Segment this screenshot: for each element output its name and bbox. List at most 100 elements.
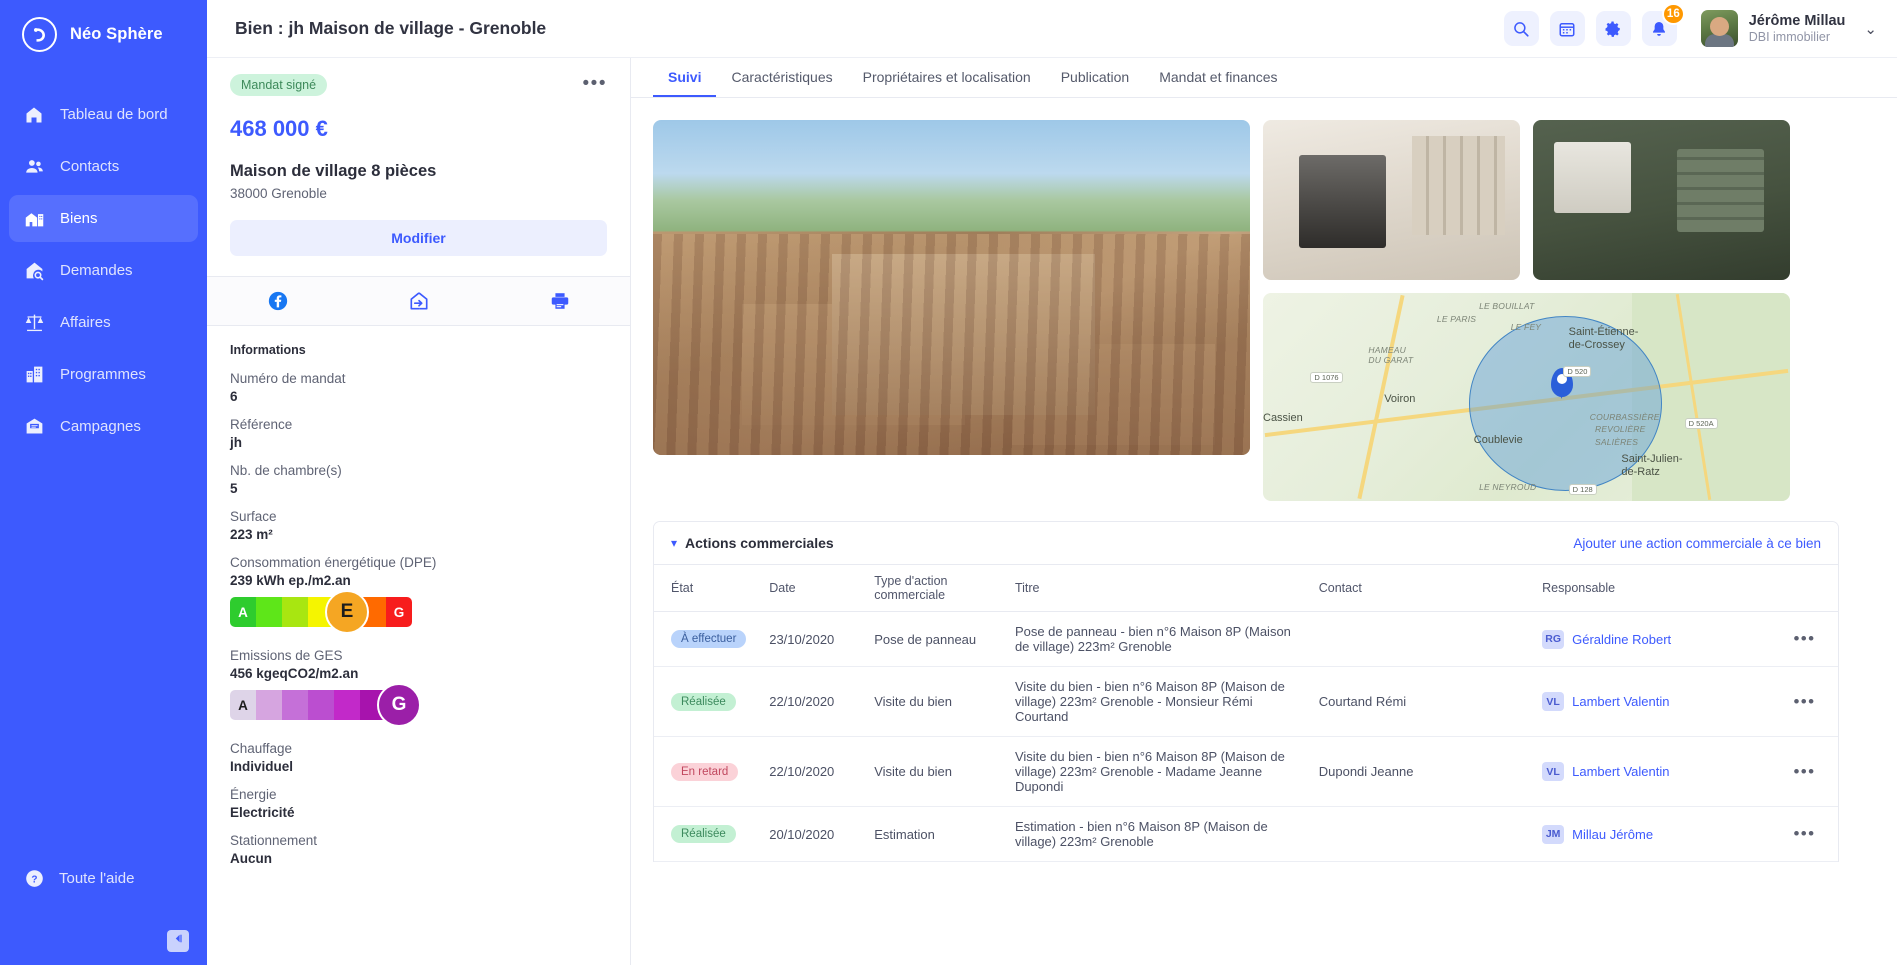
property-hero-photo[interactable] (653, 120, 1250, 455)
share-bar (207, 276, 630, 326)
responsable-initials: JM (1542, 824, 1565, 844)
rate-segment-B (256, 597, 282, 627)
sidebar-item-campagnes[interactable]: Campagnes (9, 403, 198, 450)
info-item: Chauffage Individuel (230, 741, 607, 774)
ges-value: 456 kgeqCO2/m2.an (230, 666, 359, 681)
add-action-link[interactable]: Ajouter une action commerciale à ce bien (1573, 536, 1821, 551)
location-map[interactable]: LE BOUILLAT LE PARIS LE FEY HAMEAU DU GA… (1263, 293, 1790, 501)
kitchen-photo[interactable] (1533, 120, 1790, 280)
sidebar-item-biens[interactable]: Biens (9, 195, 198, 242)
sidebar-item-contacts[interactable]: Contacts (9, 143, 198, 190)
portal-export-button[interactable] (348, 277, 489, 325)
cell-row-menu[interactable]: ••• (1770, 666, 1838, 737)
sidebar-item-programmes[interactable]: Programmes (9, 351, 198, 398)
property-title: Maison de village 8 pièces (230, 162, 437, 180)
rate-segment-B (256, 690, 282, 720)
sidebar-item-help[interactable]: ? Toute l'aide (9, 858, 198, 898)
facebook-share-button[interactable] (207, 277, 348, 325)
calendar-button[interactable] (1549, 11, 1585, 46)
cell-titre[interactable]: Estimation - bien n°6 Maison 8P (Maison … (1006, 806, 1311, 862)
print-button[interactable] (489, 277, 630, 325)
responsable-name: Lambert Valentin (1572, 764, 1670, 779)
cell-contact[interactable]: Courtand Rémi (1310, 666, 1535, 737)
property-more-menu[interactable]: ••• (583, 74, 607, 93)
tab-panel-suivi: LE BOUILLAT LE PARIS LE FEY HAMEAU DU GA… (631, 98, 1897, 965)
table-row[interactable]: À effectuer 23/10/2020 Pose de panneau P… (654, 611, 1838, 667)
sidebar-item-label: Affaires (60, 314, 111, 331)
property-price: 468 000 € (230, 116, 328, 141)
actions-title: Actions commerciales (685, 535, 834, 551)
actions-table-body: À effectuer 23/10/2020 Pose de panneau P… (654, 611, 1838, 862)
chevron-down-icon[interactable]: ▾ (671, 536, 677, 550)
cell-responsable[interactable]: JM Millau Jérôme (1534, 806, 1771, 862)
topbar: Bien : jh Maison de village - Grenoble 1… (207, 0, 1897, 58)
tab-mandat-et-finances[interactable]: Mandat et finances (1144, 58, 1292, 97)
cell-titre[interactable]: Pose de panneau - bien n°6 Maison 8P (Ma… (1006, 611, 1311, 667)
map-road-badge: D 128 (1568, 484, 1597, 496)
cell-responsable[interactable]: VL Lambert Valentin (1534, 666, 1771, 737)
sidebar-item-affaires[interactable]: Affaires (9, 299, 198, 346)
cell-type[interactable]: Pose de panneau (866, 611, 1007, 667)
info-label: Référence (230, 417, 293, 432)
cell-responsable[interactable]: VL Lambert Valentin (1534, 736, 1771, 807)
cell-titre[interactable]: Visite du bien - bien n°6 Maison 8P (Mai… (1006, 666, 1311, 737)
sidebar-item-demandes[interactable]: Demandes (9, 247, 198, 294)
ges-scale: AG G (230, 683, 421, 727)
modify-button[interactable]: Modifier (230, 220, 607, 256)
svg-text:?: ? (31, 874, 37, 885)
cell-row-menu[interactable]: ••• (1770, 806, 1838, 862)
living-room-photo[interactable] (1263, 120, 1520, 280)
tab-publication[interactable]: Publication (1046, 58, 1145, 97)
brand[interactable]: Néo Sphère (0, 0, 207, 69)
cell-row-menu[interactable]: ••• (1770, 611, 1838, 667)
map-town-label: Voiron (1384, 392, 1416, 405)
actions-table-head: État Date Type d'action commerciale Titr… (654, 564, 1838, 612)
cell-contact[interactable] (1310, 806, 1535, 862)
user-menu[interactable]: Jérôme Millau DBI immobilier ⌄ (1700, 10, 1877, 47)
sidebar-item-tableau-de-bord[interactable]: Tableau de bord (9, 91, 198, 138)
notifications-button[interactable]: 16 (1641, 3, 1685, 46)
cell-type[interactable]: Estimation (866, 806, 1007, 862)
map-hamlet-label: LE NEYROUD (1479, 482, 1537, 493)
search-button[interactable] (1503, 11, 1539, 46)
row-more-menu[interactable]: ••• (1793, 762, 1815, 781)
row-more-menu[interactable]: ••• (1793, 692, 1815, 711)
column-header-titre: Titre (1006, 564, 1311, 612)
cell-contact[interactable] (1310, 611, 1535, 667)
dpe-scale: AG E (230, 590, 412, 634)
row-more-menu[interactable]: ••• (1793, 629, 1815, 648)
info-label: Nb. de chambre(s) (230, 463, 342, 478)
map-town-label: Saint-Julien-de-Ratz (1621, 453, 1683, 478)
tab-proprietaires-et-localisation[interactable]: Propriétaires et localisation (848, 58, 1046, 97)
table-row[interactable]: Réalisée 20/10/2020 Estimation Estimatio… (654, 806, 1838, 862)
cell-responsable[interactable]: RG Géraldine Robert (1534, 611, 1771, 667)
house-search-icon (23, 260, 45, 282)
print-icon (549, 290, 571, 312)
media-right-column: LE BOUILLAT LE PARIS LE FEY HAMEAU DU GA… (1263, 120, 1790, 501)
map-hamlet-label: LE PARIS (1436, 313, 1477, 324)
tab-caracteristiques[interactable]: Caractéristiques (716, 58, 847, 97)
map-town-label: Cassien (1263, 411, 1303, 424)
cell-type[interactable]: Visite du bien (866, 736, 1007, 807)
responsable-wrap: JM Millau Jérôme (1542, 824, 1763, 844)
row-more-menu[interactable]: ••• (1793, 824, 1815, 843)
sidebar-item-label: Tableau de bord (60, 106, 168, 123)
actions-header: ▾ Actions commerciales Ajouter une actio… (654, 522, 1838, 564)
body: Mandat signé ••• 468 000 € Maison de vil… (207, 58, 1897, 965)
table-row[interactable]: Réalisée 22/10/2020 Visite du bien Visit… (654, 666, 1838, 737)
logo-icon (22, 17, 57, 52)
media-gallery: LE BOUILLAT LE PARIS LE FEY HAMEAU DU GA… (653, 120, 1897, 501)
user-org: DBI immobilier (1748, 29, 1830, 44)
cell-contact[interactable]: Dupondi Jeanne (1310, 736, 1535, 807)
collapse-sidebar-button[interactable] (167, 930, 189, 952)
cell-type[interactable]: Visite du bien (866, 666, 1007, 737)
tab-suivi[interactable]: Suivi (653, 58, 717, 97)
map-hamlet-label: HAMEAU DU GARAT (1368, 345, 1414, 365)
cell-row-menu[interactable]: ••• (1770, 736, 1838, 807)
main-content: Suivi Caractéristiques Propriétaires et … (631, 58, 1897, 965)
cell-titre[interactable]: Visite du bien - bien n°6 Maison 8P (Mai… (1006, 736, 1311, 807)
tabs: Suivi Caractéristiques Propriétaires et … (631, 58, 1897, 98)
table-row[interactable]: En retard 22/10/2020 Visite du bien Visi… (654, 736, 1838, 807)
settings-button[interactable] (1595, 11, 1631, 46)
facebook-icon (267, 290, 289, 312)
